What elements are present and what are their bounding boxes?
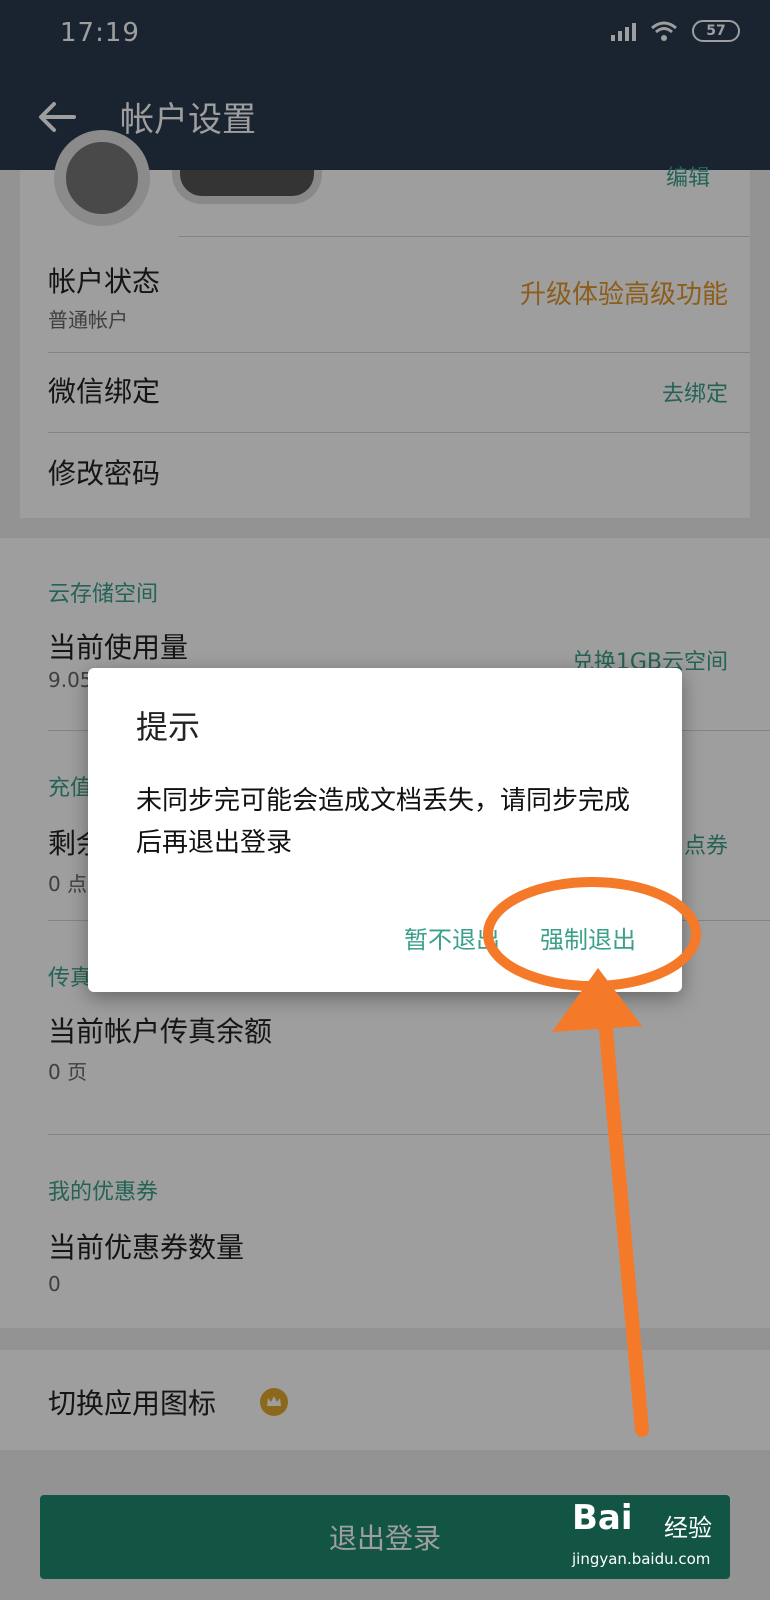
watermark-url: jingyan.baidu.com (572, 1550, 711, 1568)
watermark-name: 经验 (664, 1514, 712, 1542)
force-logout-button[interactable]: 强制退出 (540, 920, 636, 955)
dialog-message: 未同步完可能会造成文档丢失，请同步完成后再退出登录 (136, 786, 631, 858)
logout-confirm-dialog: 提示 未同步完可能会造成文档丢失，请同步完成后再退出登录 暂不退出 强制退出 (88, 668, 682, 992)
dialog-title: 提示 (136, 708, 201, 746)
baidu-watermark: Bai 经验 jingyan.baidu.com (572, 1498, 722, 1578)
cancel-logout-button[interactable]: 暂不退出 (404, 920, 500, 955)
baidu-logo: Bai (572, 1498, 633, 1538)
